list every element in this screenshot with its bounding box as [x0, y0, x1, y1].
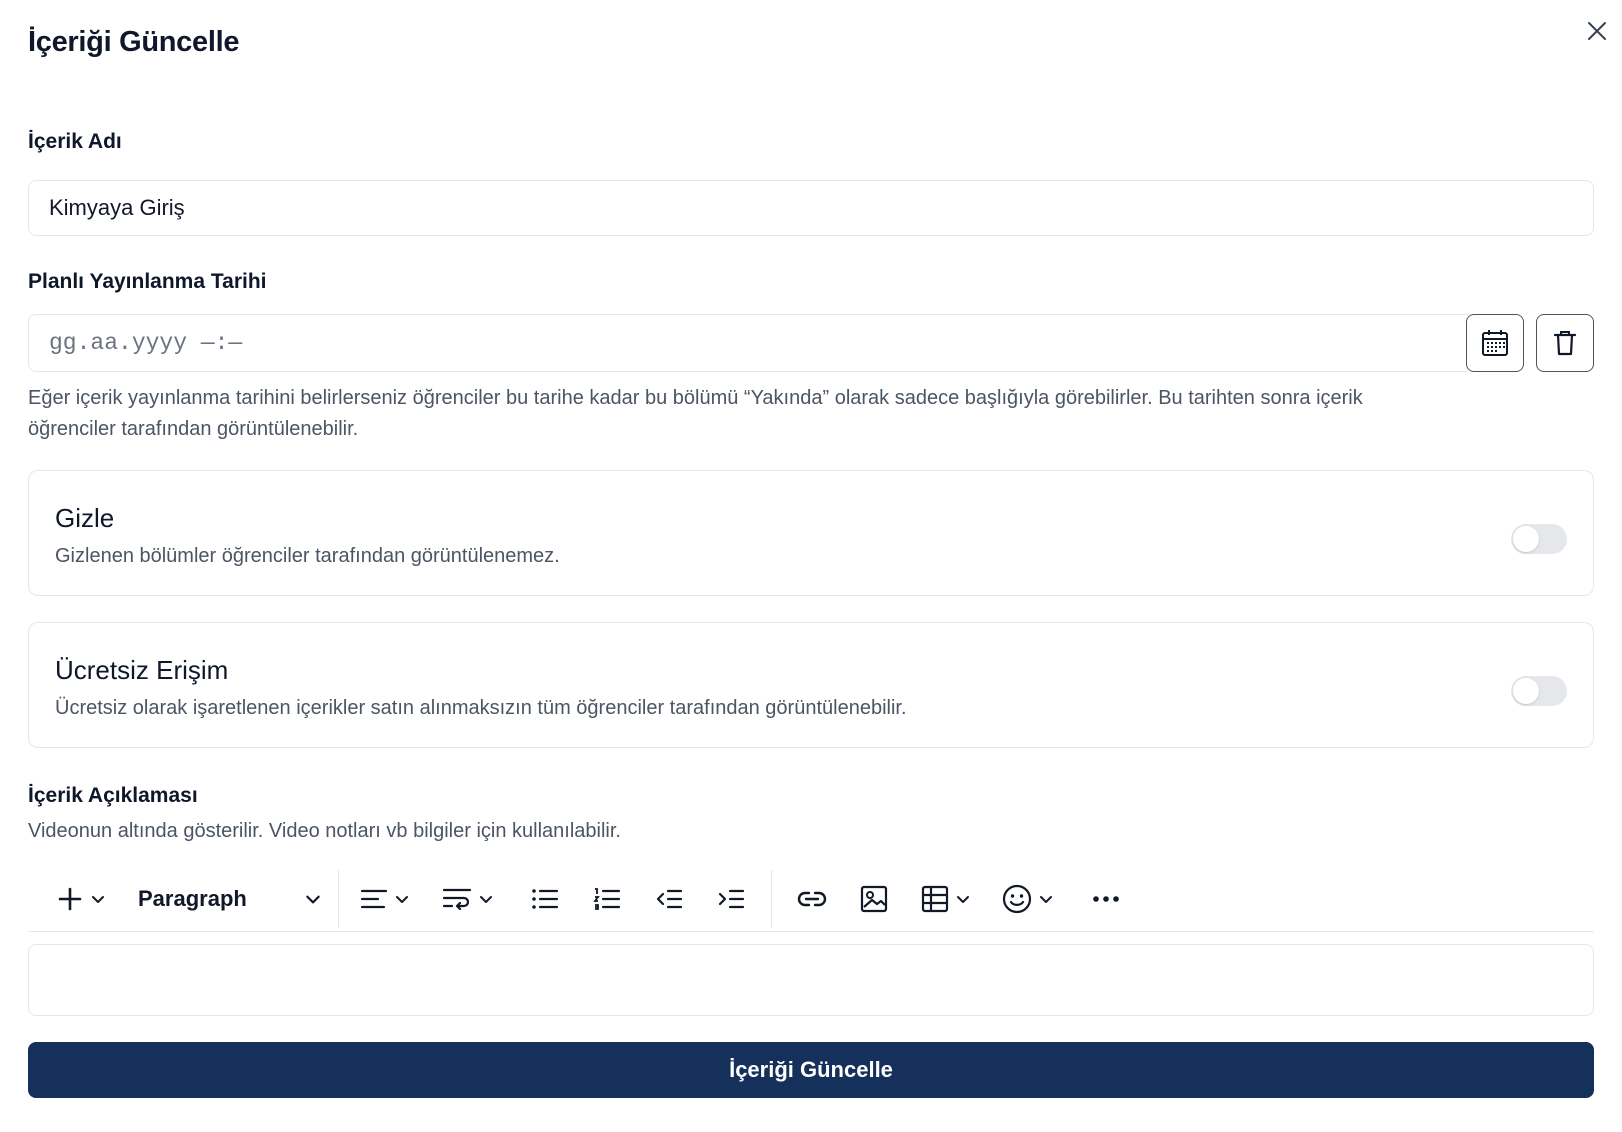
- toolbar-separator: [338, 869, 339, 928]
- text-wrap-icon: [442, 886, 472, 912]
- trash-icon: [1552, 329, 1578, 357]
- publish-date-label: Planlı Yayınlanma Tarihi: [28, 270, 267, 293]
- content-name-label: İçerik Adı: [28, 130, 122, 153]
- block-type-select[interactable]: Paragraph: [128, 877, 328, 921]
- description-editor[interactable]: [28, 944, 1594, 1016]
- align-left-icon: [360, 887, 388, 911]
- chevron-down-icon: [478, 891, 494, 907]
- description-label: İçerik Açıklaması: [28, 784, 198, 807]
- link-button[interactable]: [782, 877, 842, 921]
- toolbar-separator: [771, 869, 772, 928]
- update-content-button[interactable]: İçeriği Güncelle: [28, 1042, 1594, 1098]
- outdent-icon: [655, 887, 683, 911]
- chevron-down-icon: [394, 891, 410, 907]
- publish-date-input[interactable]: gg.aa.yyyy —:—: [28, 314, 1468, 372]
- image-icon: [860, 885, 888, 913]
- chevron-down-icon: [1038, 891, 1054, 907]
- close-button[interactable]: [1584, 18, 1610, 44]
- hide-toggle-title: Gizle: [55, 503, 115, 533]
- hide-toggle-card: Gizle Gizlenen bölümler öğrenciler taraf…: [28, 470, 1594, 596]
- hide-toggle-switch[interactable]: [1511, 524, 1567, 554]
- chevron-down-icon: [304, 890, 322, 908]
- chevron-down-icon: [955, 891, 971, 907]
- chevron-down-icon: [90, 891, 106, 907]
- close-icon: [1587, 21, 1607, 41]
- bullet-list-icon: [531, 887, 559, 911]
- more-options-button[interactable]: [1076, 877, 1136, 921]
- free-access-toggle-description: Ücretsiz olarak işaretlenen içerikler sa…: [55, 697, 907, 719]
- insert-block-button[interactable]: [46, 877, 116, 921]
- publish-date-help-line2: öğrenciler tarafından görüntülenebilir.: [28, 418, 359, 440]
- calendar-icon: [1480, 328, 1510, 358]
- indent-button[interactable]: [701, 877, 761, 921]
- emoji-icon: [1002, 884, 1032, 914]
- hide-toggle-knob: [1513, 526, 1539, 552]
- table-button[interactable]: [910, 877, 982, 921]
- free-access-toggle-title: Ücretsiz Erişim: [55, 655, 229, 685]
- clear-date-button[interactable]: [1536, 314, 1594, 372]
- numbered-list-button[interactable]: [577, 877, 637, 921]
- publish-date-placeholder: gg.aa.yyyy —:—: [49, 330, 243, 356]
- link-icon: [796, 888, 828, 910]
- free-access-toggle-switch[interactable]: [1511, 676, 1567, 706]
- text-wrap-button[interactable]: [429, 877, 507, 921]
- indent-icon: [717, 887, 745, 911]
- numbered-list-icon: [593, 887, 621, 911]
- hide-toggle-description: Gizlenen bölümler öğrenciler tarafından …: [55, 545, 560, 567]
- description-help: Videonun altında gösterilir. Video notla…: [28, 820, 621, 842]
- dialog-title: İçeriği Güncelle: [28, 26, 240, 58]
- free-access-toggle-card: Ücretsiz Erişim Ücretsiz olarak işaretle…: [28, 622, 1594, 748]
- plus-icon: [56, 885, 84, 913]
- block-type-value: Paragraph: [138, 885, 247, 911]
- bullet-list-button[interactable]: [515, 877, 575, 921]
- emoji-button[interactable]: [992, 877, 1064, 921]
- table-icon: [921, 885, 949, 913]
- update-content-dialog: İçeriği Güncelle İçerik Adı Planlı Yayın…: [0, 0, 1622, 1132]
- more-icon: [1092, 895, 1120, 903]
- calendar-button[interactable]: [1466, 314, 1524, 372]
- publish-date-help-line1: Eğer içerik yayınlanma tarihini belirler…: [28, 387, 1363, 409]
- free-access-toggle-knob: [1513, 678, 1539, 704]
- outdent-button[interactable]: [639, 877, 699, 921]
- content-name-input[interactable]: [28, 180, 1594, 236]
- editor-toolbar: Paragraph: [28, 866, 1594, 932]
- image-button[interactable]: [844, 877, 904, 921]
- align-button[interactable]: [349, 877, 421, 921]
